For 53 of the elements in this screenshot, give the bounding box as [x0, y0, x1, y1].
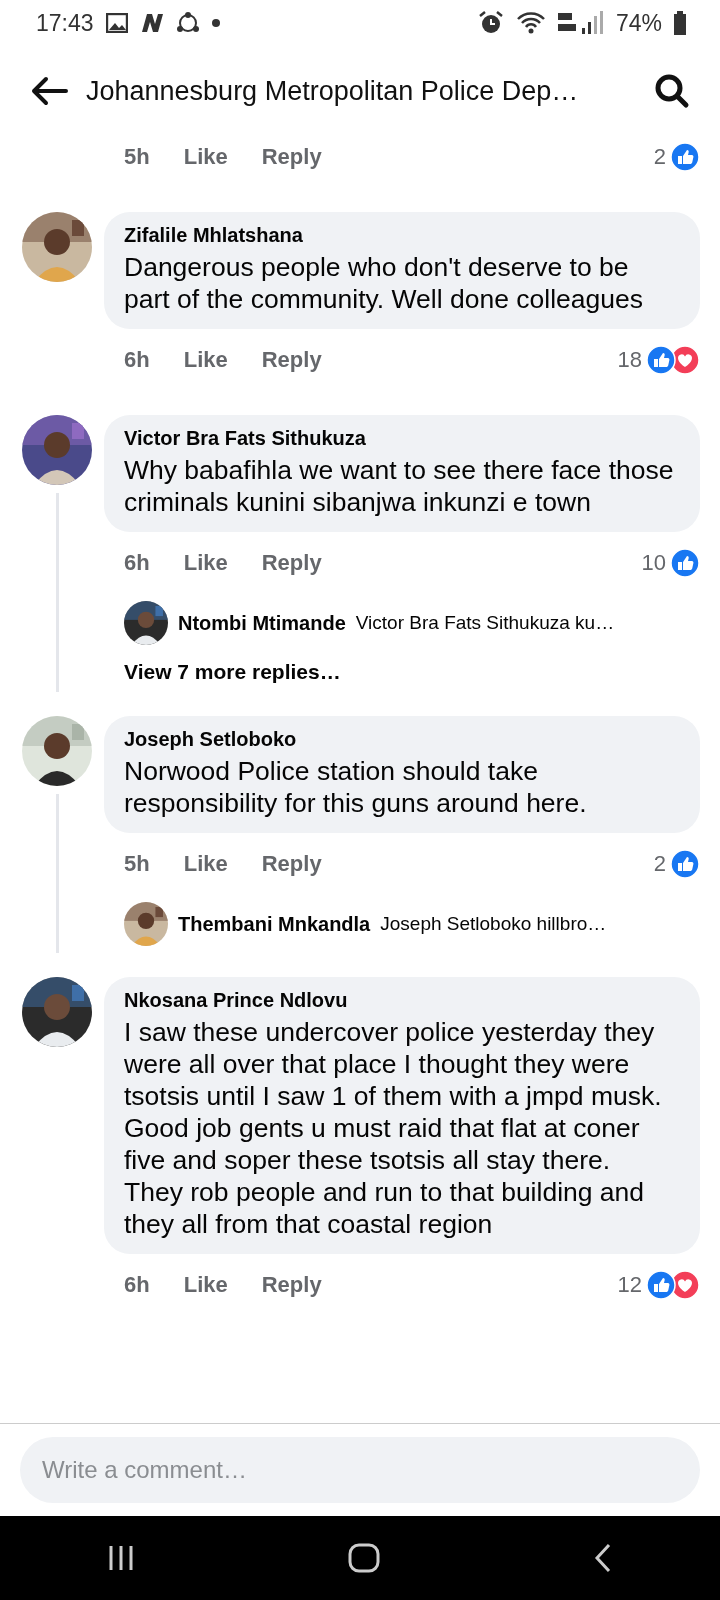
reply-preview[interactable]: Joseph Setloboko hillbro… [380, 913, 607, 935]
like-reaction-icon [670, 548, 700, 578]
battery-percentage: 74% [615, 9, 662, 37]
reaction-count: 2 [653, 144, 666, 170]
commenter-name[interactable]: Joseph Setloboko [124, 728, 680, 751]
reply-author[interactable]: Thembani Mnkandla [178, 912, 371, 936]
status-time: 17:43 [36, 9, 94, 37]
reaction-count: 2 [653, 851, 666, 877]
like-button[interactable]: Like [183, 144, 228, 170]
commenter-name[interactable]: Victor Bra Fats Sithukuza [124, 427, 680, 450]
signal-icon [557, 10, 604, 36]
comment-text: I saw these undercover police yesterday they were all over that place I thought they were tsotsis until I saw 1 of them with a jmpd musk. Good job gents u must raid that flat at coner five and soper these tsotsis all stay there. They rob people and run to that building and they all from that coastal region [124, 1016, 663, 1240]
view-more-replies-link[interactable]: View 7 more replies… [124, 652, 341, 692]
like-reaction-icon [646, 345, 676, 375]
dot-icon [211, 19, 220, 27]
reply-button[interactable]: Reply [261, 550, 322, 576]
comment-time: 5h [124, 851, 150, 877]
page-title: Johannesburg Metropolitan Police Dep… [86, 75, 580, 107]
gallery-icon [105, 13, 128, 33]
comment-text: Dangerous people who don't deserve to be part of the community. Well done colleagues [124, 251, 644, 315]
reply-button[interactable]: Reply [261, 144, 322, 170]
like-reaction-icon [646, 1270, 676, 1300]
alarm-icon [477, 10, 504, 36]
reply-button[interactable]: Reply [261, 1272, 322, 1298]
like-reaction-icon [670, 849, 700, 879]
comment-time: 6h [124, 1272, 150, 1298]
comment-input-field[interactable]: Write a comment… [20, 1437, 700, 1503]
search-icon[interactable] [654, 73, 690, 109]
back-arrow-icon[interactable] [30, 76, 68, 106]
reaction-count: 10 [641, 550, 666, 576]
home-icon[interactable] [348, 1543, 380, 1573]
like-button[interactable]: Like [183, 550, 228, 576]
battery-icon [674, 11, 686, 35]
reply-button[interactable]: Reply [261, 851, 322, 877]
share-icon [175, 12, 200, 34]
reply-author[interactable]: Ntombi Mtimande [178, 611, 346, 635]
like-button[interactable]: Like [183, 347, 228, 373]
comment-time: 6h [124, 550, 150, 576]
like-reaction-icon [670, 142, 700, 172]
comment-text: Norwood Police station should take responsibility for this guns around here. [124, 755, 588, 819]
reaction-count: 18 [617, 347, 642, 373]
like-button[interactable]: Like [183, 851, 228, 877]
comment-time: 5h [124, 144, 150, 170]
commenter-name[interactable]: Zifalile Mhlatshana [124, 224, 680, 247]
wifi-icon [515, 11, 546, 35]
commenter-name[interactable]: Nkosana Prince Ndlovu [124, 989, 680, 1012]
app-notification-icon [139, 13, 164, 33]
comment-text: Why babafihla we want to see there face those criminals kunini sibanjwa inkunzi e town [124, 454, 675, 518]
reaction-count: 12 [617, 1272, 642, 1298]
like-button[interactable]: Like [183, 1272, 228, 1298]
comment-time: 6h [124, 347, 150, 373]
reply-preview[interactable]: Victor Bra Fats Sithukuza ku… [355, 612, 615, 634]
reply-button[interactable]: Reply [261, 347, 322, 373]
